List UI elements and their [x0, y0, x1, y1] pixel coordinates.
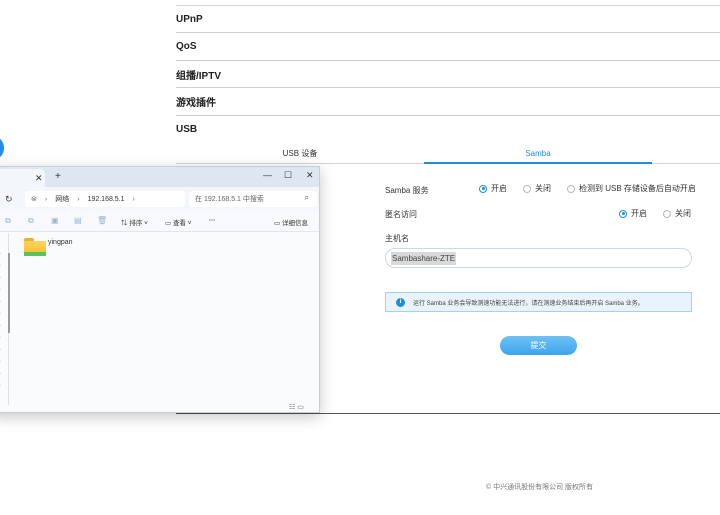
radio-label: 关闭 [535, 184, 551, 193]
rename-icon[interactable]: ▤ [74, 216, 82, 225]
view-label: 查看 [172, 220, 186, 227]
address-bar-row: ↻ ⊜ › 网络 › 192.168.5.1 › 在 192.168.5.1 中… [0, 187, 319, 211]
expand-chevron-icon[interactable]: › [0, 371, 1, 377]
chevron-right-icon: › [77, 195, 80, 203]
expand-chevron-icon[interactable]: › [0, 359, 1, 365]
close-tab-icon[interactable]: ✕ [35, 173, 43, 184]
minimize-icon[interactable]: — [263, 170, 272, 180]
more-options-button[interactable]: ··· [209, 217, 216, 224]
copyright-footer: © 中兴通讯股份有限公司 版权所有 [486, 484, 594, 491]
chevron-right-icon: › [132, 195, 135, 203]
folder-name[interactable]: yingpan [48, 239, 73, 246]
sort-button[interactable]: ⇅ 排序 ˅ [121, 217, 148, 227]
anonymous-on-radio[interactable]: 开启 [619, 208, 647, 219]
view-button[interactable]: ▭ 查看 ˅ [165, 217, 192, 227]
sort-label: 排序 [129, 220, 143, 227]
divider [176, 413, 720, 414]
details-button[interactable]: ▭ 详细信息 [274, 217, 308, 227]
menu-iptv[interactable]: 组播/IPTV [176, 60, 720, 88]
menu-usb[interactable]: USB [176, 115, 720, 143]
network-icon: ⊜ [31, 196, 37, 203]
usb-tabs: USB 设备 Samba [176, 144, 720, 164]
info-text: 运行 Samba 业务会导致测速功能无法进行，请在测速业务结束后再开启 Samb… [413, 300, 644, 307]
expand-chevron-icon[interactable]: › [0, 311, 1, 317]
expand-chevron-icon[interactable]: › [0, 323, 1, 329]
chevron-right-icon: › [44, 195, 48, 203]
samba-service-label: Samba 服务 [385, 186, 429, 195]
expand-chevron-icon[interactable]: › [0, 299, 1, 305]
paste-icon[interactable]: ▣ [51, 216, 59, 225]
radio-label: 开启 [491, 184, 507, 193]
search-input[interactable]: 在 192.168.5.1 中搜索 ⌕ [189, 191, 317, 207]
submit-button[interactable]: 提交 [500, 336, 577, 355]
anonymous-off-radio[interactable]: 关闭 [663, 208, 691, 219]
tab-usb-device[interactable]: USB 设备 [176, 144, 424, 163]
copy-icon[interactable]: ⧉ [28, 216, 34, 226]
samba-on-radio[interactable]: 开启 [479, 183, 507, 194]
menu-label: USB [176, 124, 198, 135]
menu-label: QoS [176, 41, 197, 52]
radio-label: 关闭 [675, 209, 691, 218]
help-float-icon[interactable] [0, 137, 4, 159]
radio-dot-icon [663, 209, 671, 218]
anonymous-access-label: 匿名访问 [385, 210, 417, 219]
expand-chevron-icon[interactable]: › [0, 263, 1, 269]
hostname-label: 主机名 [385, 234, 409, 243]
radio-label: 开启 [631, 209, 647, 218]
folder-icon[interactable] [24, 238, 46, 256]
breadcrumb-network[interactable]: 网络 [55, 194, 69, 204]
samba-off-radio[interactable]: 关闭 [523, 183, 551, 194]
menu-qos[interactable]: QoS [176, 32, 720, 60]
menu-label: 组播/IPTV [176, 71, 222, 82]
explorer-tab[interactable]: ✕ [0, 169, 45, 187]
info-icon: i [396, 297, 405, 307]
breadcrumb-host[interactable]: 192.168.5.1 [88, 196, 125, 203]
menu-game-plugin[interactable]: 游戏插件 [176, 87, 720, 115]
radio-dot-icon [479, 184, 487, 193]
hostname-value: Sambashare-ZTE [391, 251, 457, 265]
expand-chevron-icon[interactable]: › [0, 383, 1, 389]
refresh-icon[interactable]: ↻ [5, 194, 13, 205]
new-tab-icon[interactable]: + [55, 171, 61, 182]
nav-scrollbar[interactable] [8, 253, 10, 333]
tab-samba[interactable]: Samba [424, 144, 652, 164]
title-bar: ✕ + — ☐ ✕ [0, 167, 319, 187]
cut-icon[interactable]: ⧉ [5, 216, 11, 226]
expand-chevron-icon[interactable]: › [0, 287, 1, 293]
expand-chevron-icon[interactable]: › [0, 275, 1, 281]
view-toggle[interactable]: ☷ ▭ [289, 403, 304, 411]
address-field[interactable]: ⊜ › 网络 › 192.168.5.1 › [25, 191, 185, 207]
radio-dot-icon [567, 184, 575, 193]
radio-label: 检测到 USB 存储设备后自动开启 [579, 184, 696, 193]
info-notice: i 运行 Samba 业务会导致测速功能无法进行，请在测速业务结束后再开启 Sa… [385, 292, 692, 312]
menu-label: 游戏插件 [176, 98, 216, 109]
close-window-icon[interactable]: ✕ [306, 170, 314, 181]
details-label: 详细信息 [281, 220, 308, 227]
samba-auto-radio[interactable]: 检测到 USB 存储设备后自动开启 [567, 183, 696, 194]
file-explorer-window: ✕ + — ☐ ✕ ↻ ⊜ › 网络 › 192.168.5.1 › 在 192… [0, 166, 320, 413]
menu-upnp[interactable]: UPnP [176, 5, 720, 33]
radio-dot-icon [619, 209, 627, 218]
expand-chevron-icon[interactable]: › [0, 251, 1, 257]
maximize-icon[interactable]: ☐ [284, 170, 292, 181]
radio-dot-icon [523, 184, 531, 193]
search-icon: ⌕ [304, 193, 309, 202]
menu-label: UPnP [176, 14, 203, 25]
expand-chevron-icon[interactable]: › [0, 347, 1, 353]
hostname-input[interactable]: Sambashare-ZTE [385, 248, 692, 268]
search-placeholder: 在 192.168.5.1 中搜索 [195, 196, 264, 203]
delete-icon[interactable]: 🗑 [97, 216, 107, 225]
command-bar: ⧉ ⧉ ▣ ▤ 🗑 ⇅ 排序 ˅ ▭ 查看 ˅ ··· ▭ 详细信息 [0, 211, 319, 232]
expand-chevron-icon[interactable]: › [0, 335, 1, 341]
